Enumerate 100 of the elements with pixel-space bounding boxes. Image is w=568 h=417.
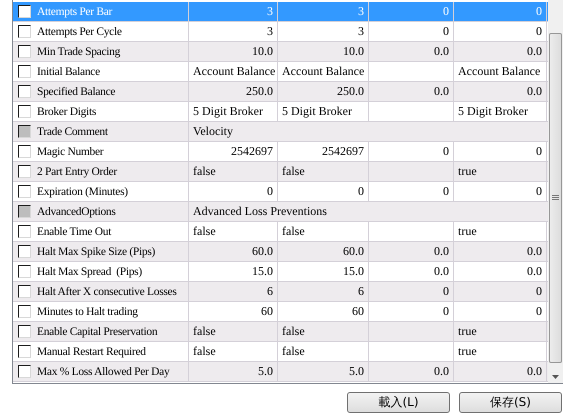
parameter-row[interactable]: 2 Part Entry Order false false true [13, 162, 548, 182]
parameter-row[interactable]: Enable Capital Preservation false false true [13, 322, 548, 342]
value-cell: 60 [352, 304, 364, 319]
checkbox[interactable] [18, 5, 31, 18]
checkbox[interactable] [18, 45, 31, 58]
value-cell: 15.0 [252, 264, 273, 279]
parameter-name: Min Trade Spacing [37, 46, 120, 58]
value-cell: false [282, 224, 305, 239]
checkbox[interactable] [18, 125, 31, 138]
value-cell: 0.0 [527, 44, 542, 59]
dialog-button[interactable]: 載入(L) [347, 392, 450, 413]
checkbox[interactable] [18, 225, 31, 238]
parameter-row[interactable]: Halt After X consecutive Losses 6 6 0 0 [13, 282, 548, 302]
parameter-row[interactable]: Halt Max Spike Size (Pips) 60.0 60.0 0.0 0.0 [13, 242, 548, 262]
value-cell: 6 [267, 284, 273, 299]
value-cell: 0 [536, 144, 542, 159]
parameter-row[interactable]: AdvancedOptions Advanced Loss Preventions [13, 202, 548, 222]
checkbox[interactable] [18, 105, 31, 118]
value-cell: true [458, 164, 477, 179]
parameter-name: Magic Number [37, 146, 104, 158]
value-cell: 5.0 [349, 364, 364, 379]
parameter-name: Broker Digits [37, 106, 96, 118]
parameter-row[interactable]: Specified Balance 250.0 250.0 0.0 0.0 [13, 82, 548, 102]
value-cell: 2542697 [322, 144, 364, 159]
value-cell: 250.0 [337, 84, 364, 99]
value-cell: 0 [443, 284, 449, 299]
value-cell: 60.0 [343, 244, 364, 259]
parameter-name: Expiration (Minutes) [37, 186, 128, 198]
value-cell: false [282, 344, 305, 359]
value-cell: false [193, 344, 216, 359]
value-cell: 0 [358, 184, 364, 199]
parameter-name: Minutes to Halt trading [37, 306, 138, 318]
value-cell: false [282, 324, 305, 339]
parameter-name: Initial Balance [37, 66, 100, 78]
value-cell: 5.0 [258, 364, 273, 379]
value-cell: true [458, 224, 477, 239]
value-cell: 0 [536, 4, 542, 19]
value-cell: 0 [536, 184, 542, 199]
value-cell: 60 [261, 304, 273, 319]
value-cell: 10.0 [252, 44, 273, 59]
scroll-thumb[interactable] [549, 33, 562, 363]
value-cell: 6 [358, 284, 364, 299]
parameter-name: Manual Restart Required [37, 346, 146, 358]
value-cell: 3 [358, 24, 364, 39]
checkbox[interactable] [18, 345, 31, 358]
down-arrow-icon[interactable] [552, 375, 560, 379]
parameter-name: Trade Comment [37, 126, 108, 138]
parameter-row[interactable]: Trade Comment Velocity [13, 122, 548, 142]
checkbox[interactable] [18, 265, 31, 278]
group-value: Velocity [193, 124, 233, 139]
parameter-name: Attempts Per Bar [37, 6, 112, 18]
parameter-name: Halt Max Spike Size (Pips) [37, 246, 156, 258]
value-cell: 0 [443, 24, 449, 39]
value-cell: 0 [536, 24, 542, 39]
checkbox[interactable] [18, 85, 31, 98]
value-cell: 0.0 [527, 244, 542, 259]
grip-icon [552, 195, 560, 201]
checkbox[interactable] [18, 145, 31, 158]
value-cell: Account Balance [193, 64, 276, 79]
value-cell: 0 [443, 304, 449, 319]
value-cell: 5 Digit Broker [458, 104, 528, 119]
parameter-name: Halt Max Spread (Pips) [37, 266, 142, 278]
parameter-name: Max % Loss Allowed Per Day [37, 366, 170, 378]
parameter-name: Specified Balance [37, 86, 116, 98]
value-cell: 10.0 [343, 44, 364, 59]
value-cell: false [282, 164, 305, 179]
value-cell: 0 [443, 184, 449, 199]
checkbox[interactable] [18, 65, 31, 78]
value-cell: 0 [443, 4, 449, 19]
dialog-button[interactable]: 保存(S) [459, 392, 562, 413]
value-cell: 15.0 [343, 264, 364, 279]
value-cell: 0.0 [527, 364, 542, 379]
checkbox[interactable] [18, 205, 31, 218]
checkbox[interactable] [18, 245, 31, 258]
value-cell: 0 [536, 304, 542, 319]
checkbox[interactable] [18, 185, 31, 198]
parameter-name: Attempts Per Cycle [37, 26, 122, 38]
checkbox[interactable] [18, 25, 31, 38]
value-cell: 2542697 [231, 144, 273, 159]
value-cell: 3 [358, 4, 364, 19]
parameter-row[interactable]: Min Trade Spacing 10.0 10.0 0.0 0.0 [13, 42, 548, 62]
checkbox[interactable] [18, 285, 31, 298]
scrollbar[interactable] [548, 0, 563, 383]
parameter-name: 2 Part Entry Order [37, 166, 117, 178]
checkbox[interactable] [18, 325, 31, 338]
parameter-row[interactable]: Max % Loss Allowed Per Day 5.0 5.0 0.0 0.0 [13, 362, 548, 382]
value-cell: false [193, 324, 216, 339]
checkbox[interactable] [18, 165, 31, 178]
value-cell: 0 [267, 184, 273, 199]
checkbox[interactable] [18, 305, 31, 318]
value-cell: 0 [536, 284, 542, 299]
group-value: Advanced Loss Preventions [193, 204, 327, 219]
value-cell: 0.0 [434, 84, 449, 99]
parameter-name: Halt After X consecutive Losses [37, 286, 177, 298]
parameter-name: Enable Capital Preservation [37, 326, 158, 338]
value-cell: true [458, 324, 477, 339]
value-cell: 0.0 [434, 44, 449, 59]
value-cell: false [193, 224, 216, 239]
value-cell: 0.0 [527, 84, 542, 99]
checkbox[interactable] [18, 365, 31, 378]
